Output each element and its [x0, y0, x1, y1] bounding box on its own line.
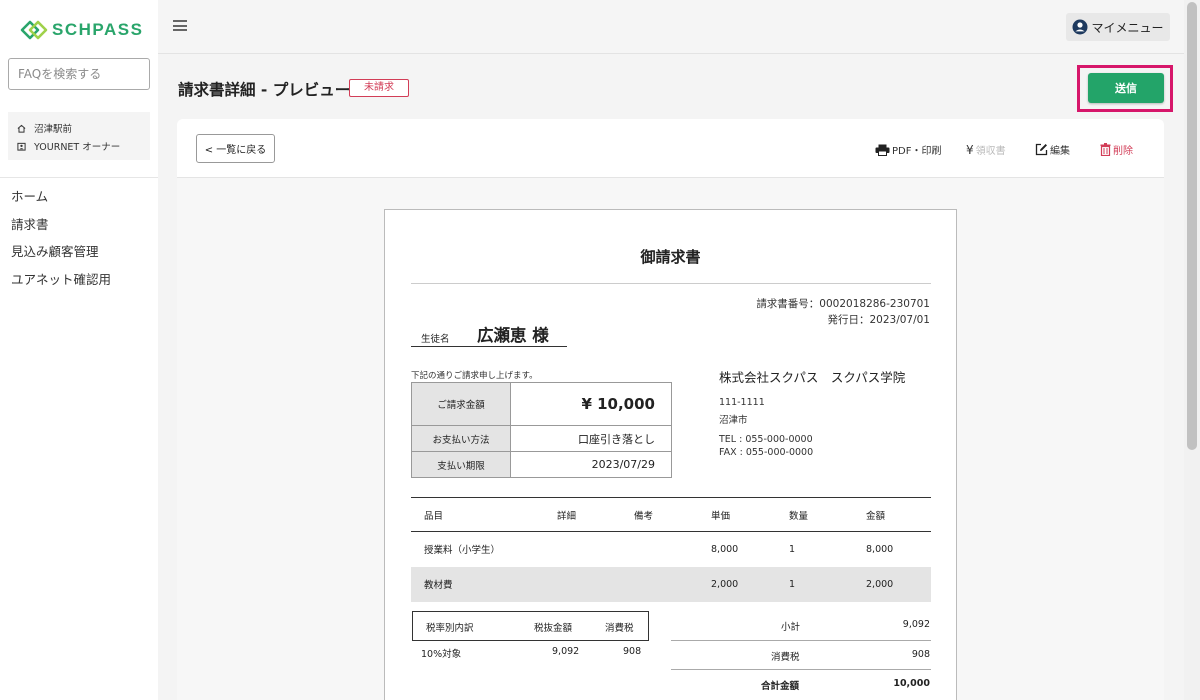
- tax-rate: 10%対象: [421, 649, 462, 660]
- consumption-tax-label: 消費税: [771, 652, 800, 663]
- status-badge: 未請求: [349, 79, 409, 97]
- pdf-print-label: PDF・印刷: [892, 146, 942, 157]
- delete-label: 削除: [1113, 146, 1133, 157]
- edit-button[interactable]: 編集: [1035, 142, 1070, 157]
- pdf-print-button[interactable]: PDF・印刷: [875, 142, 941, 157]
- home-icon: [17, 124, 26, 133]
- tax-breakdown-header: 税率別内訳 税抜金額 消費税: [412, 611, 649, 641]
- sidebar-item-invoices[interactable]: 請求書: [11, 214, 111, 242]
- school-owner: YOURNET オーナー: [34, 142, 121, 153]
- hamburger-menu-icon[interactable]: [173, 20, 187, 31]
- total-label: 合計金額: [761, 681, 800, 692]
- column-header: 品目: [411, 497, 557, 532]
- invoice-number: 請求書番号：0002018286-230701: [756, 298, 930, 310]
- tax-header: 税率別内訳: [426, 623, 474, 634]
- edit-label: 編集: [1050, 146, 1070, 157]
- total-value: 10,000: [893, 678, 930, 689]
- summary-value: 2023/07/29: [510, 451, 672, 478]
- company-name: 株式会社スクパス スクパス学院: [719, 370, 906, 385]
- invoice-preview: 御請求書 請求書番号：0002018286-230701 発行日：2023/07…: [384, 209, 957, 700]
- receipt-button[interactable]: ¥ 領収書: [966, 142, 1006, 158]
- summary-value: 口座引き落とし: [510, 425, 672, 452]
- scrollbar-thumb[interactable]: [1187, 2, 1197, 450]
- item-amount: 8,000: [866, 543, 894, 555]
- item-remark: [634, 532, 711, 567]
- table-row: 教材費 2,000 1 2,000: [411, 566, 931, 602]
- column-header: 備考: [634, 497, 711, 532]
- account-circle-icon: [1072, 19, 1088, 35]
- back-to-list-button[interactable]: < 一覧に戻る: [196, 134, 275, 163]
- student-label: 生徒名: [421, 334, 450, 345]
- item-amount: 2,000: [866, 566, 931, 602]
- sidebar-item-yournet[interactable]: ユアネット確認用: [11, 269, 111, 297]
- totals-divider: [671, 640, 931, 641]
- student-underline: [411, 346, 567, 347]
- tax-header: 消費税: [605, 623, 634, 634]
- sidebar-item-home[interactable]: ホーム: [11, 186, 111, 214]
- faq-search-input[interactable]: [8, 58, 150, 90]
- fax: FAX : 055-000-0000: [719, 447, 814, 458]
- badge-icon: [17, 142, 26, 151]
- consumption-tax-value: 908: [911, 649, 930, 660]
- tel: TEL : 055-000-0000: [719, 434, 813, 445]
- trash-icon: [1100, 143, 1111, 156]
- delete-button[interactable]: 削除: [1100, 142, 1133, 157]
- top-header: マイメニュー: [158, 0, 1184, 54]
- school-info: 沼津駅前 YOURNET オーナー: [8, 112, 150, 160]
- send-button[interactable]: 送信: [1088, 73, 1164, 103]
- item-unit-price: 2,000: [711, 566, 789, 602]
- item-remark: [634, 566, 711, 602]
- subtotal-label: 小計: [781, 622, 801, 633]
- item-detail: [557, 566, 634, 602]
- edit-icon: [1035, 143, 1048, 156]
- column-header: 金額: [866, 497, 931, 532]
- school-place: 沼津駅前: [34, 124, 73, 135]
- invoice-title: 御請求書: [640, 248, 701, 266]
- table-row: 授業料（小学生） 8,000 1 8,000: [411, 532, 931, 567]
- column-header: 単価: [711, 497, 789, 532]
- item-qty: 1: [789, 543, 796, 555]
- tax-header: 税抜金額: [534, 623, 573, 634]
- item-detail: [557, 532, 634, 567]
- my-menu-label: マイメニュー: [1091, 20, 1164, 35]
- items-table: 品目 詳細 備考 単価 数量 金額 授業料（小学生） 8,000 1 8,000…: [411, 497, 931, 602]
- column-header: 詳細: [557, 497, 634, 532]
- sidebar: SCHPASS 沼津駅前 YOURNET オーナー ホーム 請求書 見込み顧客管…: [0, 0, 158, 700]
- items-header-row: 品目 詳細 備考 単価 数量 金額: [411, 497, 931, 532]
- summary-value: ¥ 10,000: [510, 382, 672, 426]
- sidebar-item-prospects[interactable]: 見込み顧客管理: [11, 241, 111, 269]
- summary-label: 支払い期限: [411, 451, 511, 478]
- schpass-logo-icon: [20, 20, 48, 40]
- receipt-label: 領収書: [975, 146, 1006, 157]
- page-title: 請求書詳細 - プレビュー: [178, 81, 351, 99]
- column-header: 数量: [789, 497, 866, 532]
- issue-date: 発行日：2023/07/01: [827, 314, 930, 326]
- logo[interactable]: SCHPASS: [20, 18, 143, 42]
- postal-code: 111-1111: [719, 397, 765, 408]
- invoice-note: 下記の通りご請求申し上げます。: [411, 371, 538, 381]
- summary-table: ご請求金額 ¥ 10,000 お支払い方法 口座引き落とし 支払い期限 2023…: [411, 382, 672, 478]
- student-name: 広瀬恵 様: [477, 326, 549, 345]
- brand-name: SCHPASS: [52, 20, 144, 39]
- printer-icon: [875, 144, 890, 156]
- my-menu-button[interactable]: マイメニュー: [1066, 13, 1170, 41]
- tax-amount: 908: [623, 646, 642, 657]
- item-name: 教材費: [411, 566, 557, 602]
- item-qty: 1: [789, 566, 866, 602]
- tax-net: 9,092: [552, 646, 580, 657]
- yen-icon: ¥: [966, 142, 974, 157]
- summary-label: お支払い方法: [411, 425, 511, 452]
- item-name: 授業料（小学生）: [424, 545, 501, 557]
- totals-divider: [671, 669, 931, 670]
- subtotal-value: 9,092: [902, 619, 930, 630]
- sidebar-nav: ホーム 請求書 見込み顧客管理 ユアネット確認用: [11, 186, 111, 296]
- item-unit-price: 8,000: [711, 543, 739, 555]
- city: 沼津市: [719, 415, 748, 426]
- card-toolbar: < 一覧に戻る PDF・印刷 ¥ 領収書 編集 削除: [177, 119, 1164, 178]
- title-divider: [411, 283, 931, 284]
- summary-label: ご請求金額: [411, 382, 511, 426]
- sidebar-divider: [0, 177, 158, 178]
